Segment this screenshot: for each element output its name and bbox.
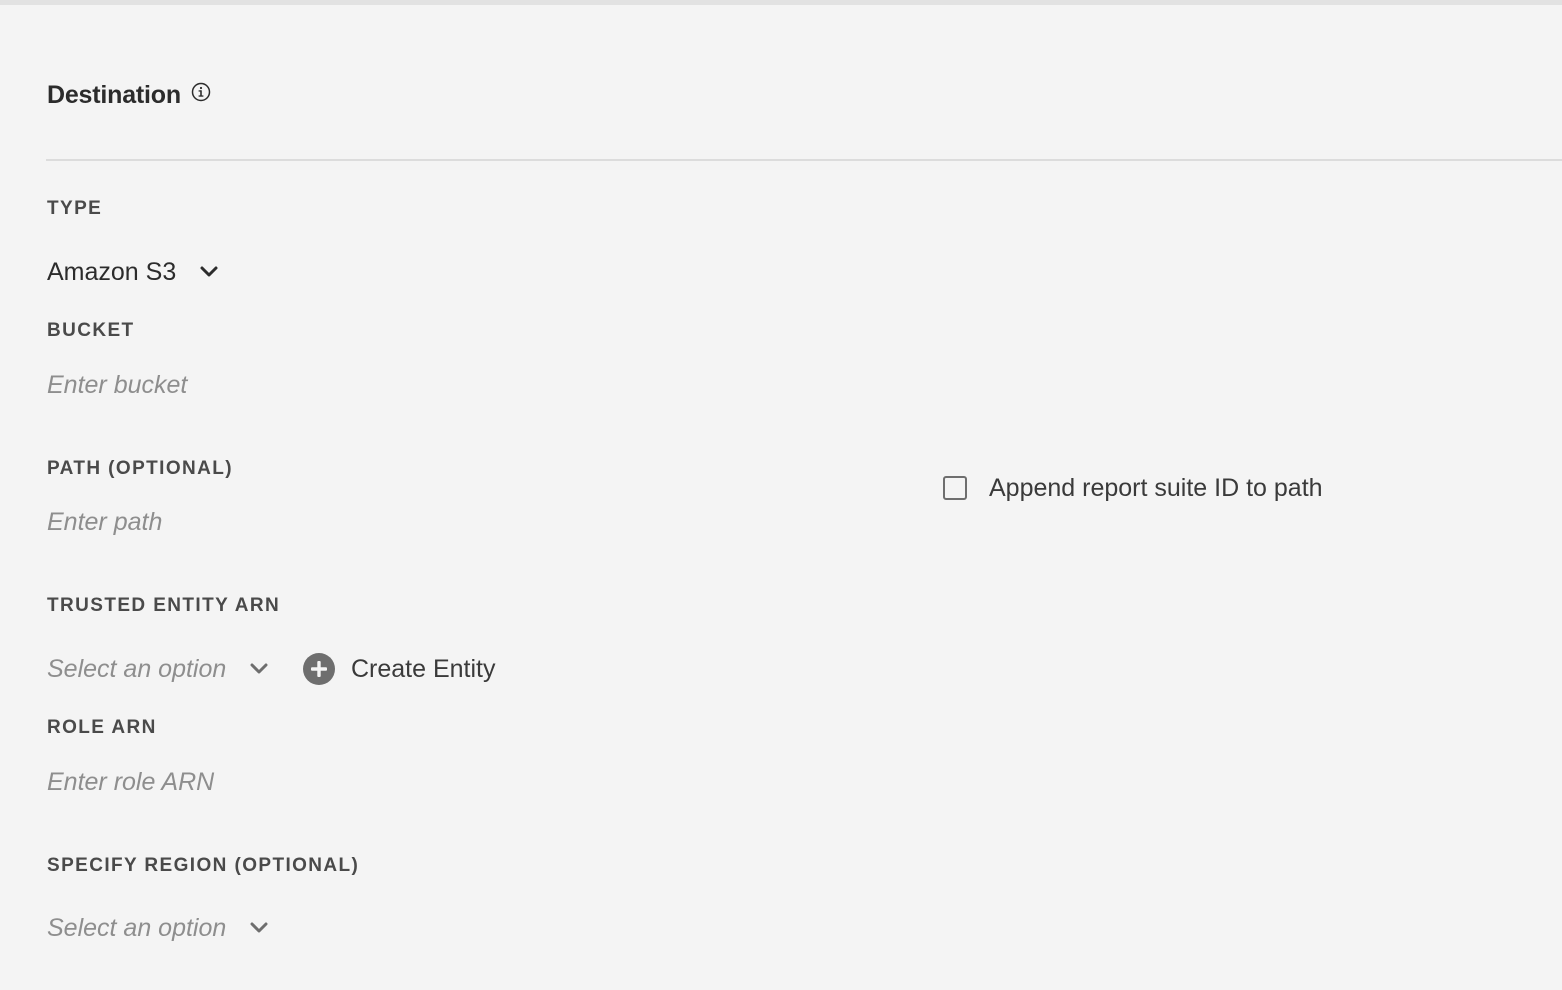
create-entity-label: Create Entity	[351, 654, 496, 683]
role-arn-label: ROLE ARN	[47, 717, 157, 738]
type-selected-value: Amazon S3	[47, 257, 177, 286]
section-header: Destination	[47, 78, 211, 112]
trusted-entity-placeholder: Select an option	[47, 654, 227, 683]
info-icon[interactable]	[191, 82, 211, 102]
region-placeholder: Select an option	[47, 913, 227, 942]
top-border	[0, 0, 1562, 5]
section-title: Destination	[47, 80, 181, 109]
role-arn-input[interactable]	[47, 765, 467, 799]
chevron-down-icon	[198, 261, 220, 283]
checkbox-box[interactable]	[943, 476, 967, 500]
create-entity-button[interactable]: Create Entity	[303, 652, 496, 686]
chevron-down-icon	[248, 658, 270, 680]
section-divider	[46, 159, 1562, 161]
append-report-suite-label: Append report suite ID to path	[989, 473, 1323, 502]
region-dropdown[interactable]: Select an option	[47, 911, 270, 945]
type-label: TYPE	[47, 198, 103, 219]
path-label: PATH (OPTIONAL)	[47, 458, 233, 479]
type-dropdown[interactable]: Amazon S3	[47, 255, 220, 289]
plus-circle-icon	[303, 653, 335, 685]
path-input[interactable]	[47, 505, 467, 539]
chevron-down-icon	[248, 917, 270, 939]
region-label: SPECIFY REGION (OPTIONAL)	[47, 855, 360, 876]
trusted-entity-dropdown[interactable]: Select an option	[47, 652, 270, 686]
trusted-entity-label: TRUSTED ENTITY ARN	[47, 595, 281, 616]
bucket-input[interactable]	[47, 368, 467, 402]
bucket-label: BUCKET	[47, 320, 135, 341]
append-report-suite-checkbox[interactable]: Append report suite ID to path	[943, 471, 1323, 505]
